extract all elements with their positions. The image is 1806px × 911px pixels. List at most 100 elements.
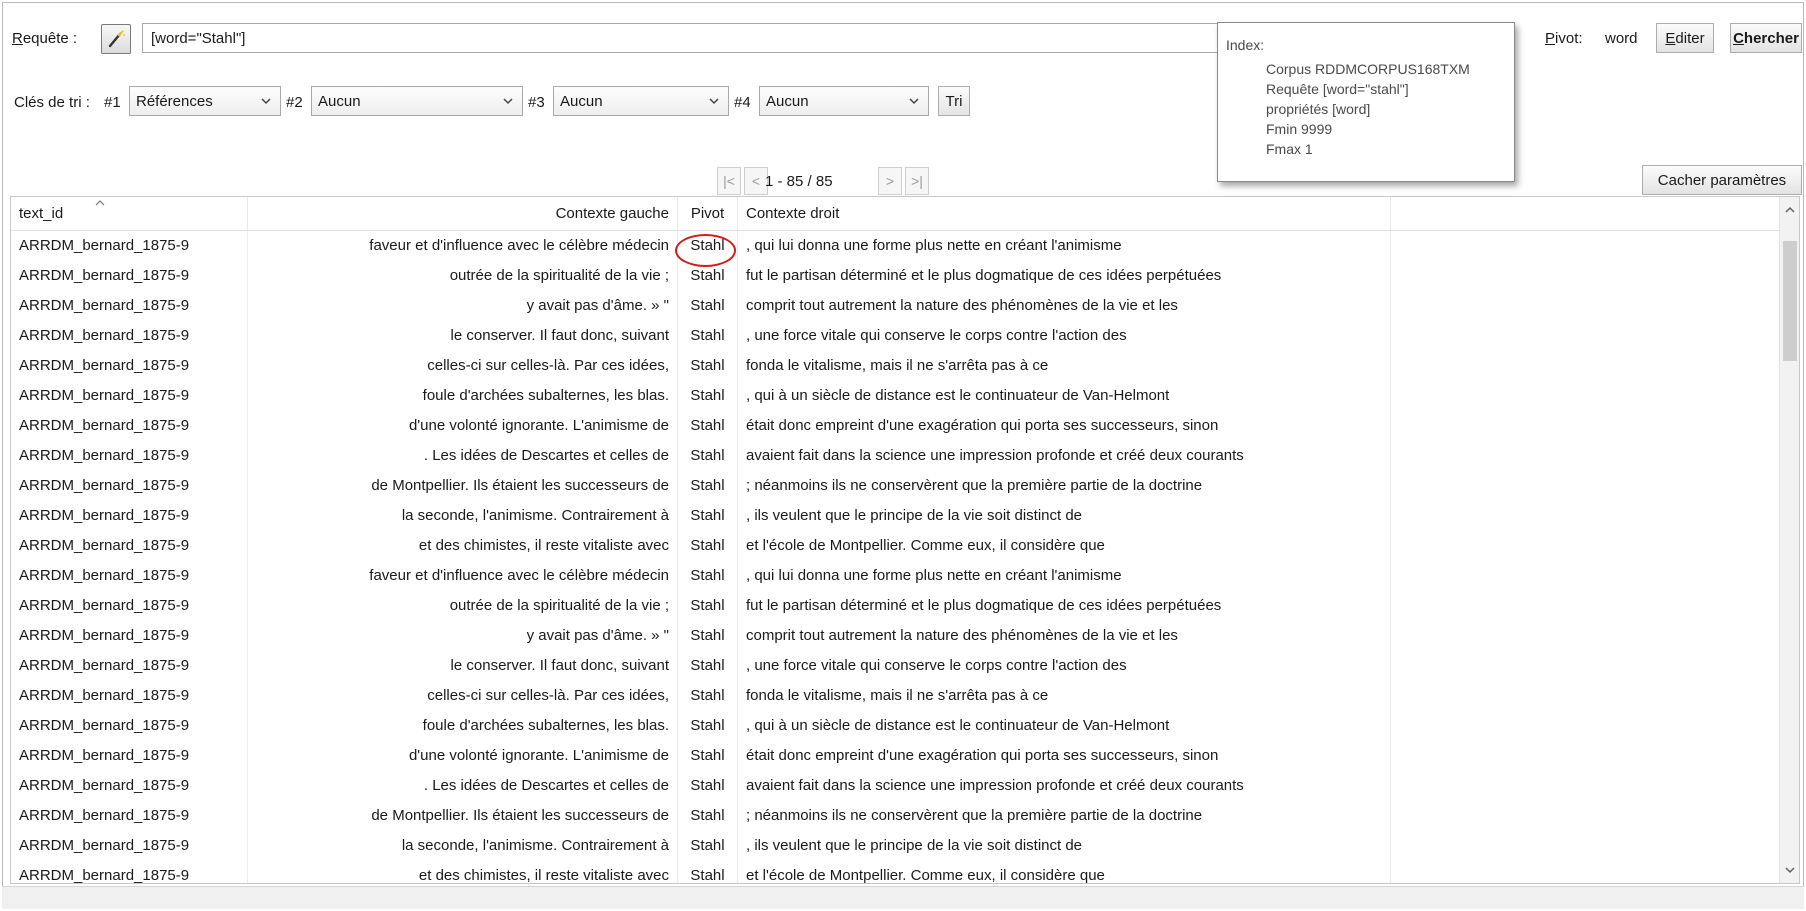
cell-left-context: d'une volonté ignorante. L'animisme de <box>248 411 678 441</box>
cell-right-context: , qui à un siècle de distance est le con… <box>738 711 1391 741</box>
table-row[interactable]: ARRDM_bernard_1875-9 y avait pas d'âme. »… <box>11 291 1781 321</box>
status-strip <box>2 886 1804 909</box>
table-row[interactable]: ARRDM_bernard_1875-9 et des chimistes, il… <box>11 531 1781 561</box>
column-header-right-context[interactable]: Contexte droit <box>738 197 1391 231</box>
scroll-up-icon[interactable] <box>1783 203 1797 217</box>
cell-text-id: ARRDM_bernard_1875-9 <box>11 831 248 861</box>
sort-key-2-select[interactable]: Aucun <box>311 86 523 116</box>
table-row[interactable]: ARRDM_bernard_1875-9 d'une volonté ignora… <box>11 741 1781 771</box>
column-header-empty <box>1391 197 1781 231</box>
scroll-down-icon[interactable] <box>1783 863 1797 877</box>
cell-pivot: Stahl <box>678 471 738 501</box>
cell-right-context: avaient fait dans la science une impress… <box>738 771 1391 801</box>
tooltip-lines: Corpus RDDMCORPUS168TXM Requête [word="st… <box>1266 59 1470 159</box>
pivot-label: Pivot: <box>1545 30 1583 47</box>
table-row[interactable]: ARRDM_bernard_1875-9 le conserver. Il fau… <box>11 321 1781 351</box>
table-header: text_id Contexte gauche Pivot Contexte d… <box>11 197 1781 231</box>
cell-text-id: ARRDM_bernard_1875-9 <box>11 561 248 591</box>
table-row[interactable]: ARRDM_bernard_1875-9 faveur et d'influenc… <box>11 561 1781 591</box>
cell-left-context: foule d'archées subalternes, les blas. <box>248 711 678 741</box>
cell-right-context: ; néanmoins ils ne conservèrent que la p… <box>738 801 1391 831</box>
vertical-scrollbar[interactable] <box>1779 197 1799 883</box>
table-row[interactable]: ARRDM_bernard_1875-9 et des chimistes, il… <box>11 861 1781 883</box>
table-row[interactable]: ARRDM_bernard_1875-9. Les idées de Desca… <box>11 441 1781 471</box>
cell-empty <box>1391 621 1781 651</box>
first-page-button[interactable]: |< <box>717 167 741 195</box>
cell-pivot: Stahl <box>678 831 738 861</box>
pivot-highlight-circle <box>675 234 736 267</box>
cell-empty <box>1391 291 1781 321</box>
cell-text-id: ARRDM_bernard_1875-9 <box>11 381 248 411</box>
cell-empty <box>1391 381 1781 411</box>
table-row[interactable]: ARRDM_bernard_1875-9 la seconde, l'animis… <box>11 831 1781 861</box>
cell-left-context: et des chimistes, il reste vitaliste ave… <box>248 531 678 561</box>
cell-left-context: outrée de la spiritualité de la vie ; <box>248 591 678 621</box>
cell-pivot: Stahl <box>678 801 738 831</box>
table-row[interactable]: ARRDM_bernard_1875-9 outrée de la spiritu… <box>11 261 1781 291</box>
sort-key-4-select[interactable]: Aucun <box>759 86 929 116</box>
sort-key-3-number: #3 <box>528 94 545 111</box>
cell-text-id: ARRDM_bernard_1875-9 <box>11 231 248 261</box>
last-page-button[interactable]: >| <box>905 167 929 195</box>
table-row[interactable]: ARRDM_bernard_1875-9 celles-ci sur celles… <box>11 681 1781 711</box>
sort-key-1-select[interactable]: Références <box>129 86 281 116</box>
sort-apply-button[interactable]: Tri <box>938 86 970 116</box>
cell-pivot: Stahl <box>678 621 738 651</box>
cell-pivot: Stahl <box>678 771 738 801</box>
cell-right-context: , ils veulent que le principe de la vie … <box>738 831 1391 861</box>
table-row[interactable]: ARRDM_bernard_1875-9 de Montpellier. Ils … <box>11 801 1781 831</box>
table-row[interactable]: ARRDM_bernard_1875-9 le conserver. Il fau… <box>11 651 1781 681</box>
query-assistant-button[interactable] <box>101 24 131 54</box>
sort-key-4-number: #4 <box>734 94 751 111</box>
cell-right-context: fonda le vitalisme, mais il ne s'arrêta … <box>738 681 1391 711</box>
sort-key-1-value: Références <box>136 92 213 110</box>
cell-left-context: foule d'archées subalternes, les blas. <box>248 381 678 411</box>
table-row[interactable]: ARRDM_bernard_1875-9 la seconde, l'animis… <box>11 501 1781 531</box>
table-row[interactable]: ARRDM_bernard_1875-9 de Montpellier. Ils … <box>11 471 1781 501</box>
cell-left-context: y avait pas d'âme. » " <box>248 621 678 651</box>
cell-empty <box>1391 651 1781 681</box>
next-page-button[interactable]: > <box>878 167 902 195</box>
cell-text-id: ARRDM_bernard_1875-9 <box>11 741 248 771</box>
column-header-left-context[interactable]: Contexte gauche <box>248 197 678 231</box>
cell-empty <box>1391 531 1781 561</box>
cell-pivot: Stahl <box>678 381 738 411</box>
cell-text-id: ARRDM_bernard_1875-9 <box>11 471 248 501</box>
chevron-down-icon <box>503 98 513 105</box>
sort-key-3-select[interactable]: Aucun <box>553 86 729 116</box>
cell-empty <box>1391 471 1781 501</box>
sort-key-2-value: Aucun <box>318 92 361 110</box>
sort-ascending-icon <box>95 200 105 206</box>
table-row[interactable]: ARRDM_bernard_1875-9 faveur et d'influenc… <box>11 231 1781 261</box>
table-row[interactable]: ARRDM_bernard_1875-9 foule d'archées suba… <box>11 381 1781 411</box>
cell-text-id: ARRDM_bernard_1875-9 <box>11 291 248 321</box>
table-row[interactable]: ARRDM_bernard_1875-9 foule d'archées suba… <box>11 711 1781 741</box>
hide-parameters-button[interactable]: Cacher paramètres <box>1642 165 1802 195</box>
cell-right-context: , qui à un siècle de distance est le con… <box>738 381 1391 411</box>
cell-right-context: comprit tout autrement la nature des phé… <box>738 621 1391 651</box>
cell-text-id: ARRDM_bernard_1875-9 <box>11 651 248 681</box>
table-row[interactable]: ARRDM_bernard_1875-9 y avait pas d'âme. »… <box>11 621 1781 651</box>
sort-key-4-value: Aucun <box>766 92 809 110</box>
cell-left-context: le conserver. Il faut donc, suivant <box>248 651 678 681</box>
table-row[interactable]: ARRDM_bernard_1875-9 d'une volonté ignora… <box>11 411 1781 441</box>
cell-right-context: fut le partisan déterminé et le plus dog… <box>738 261 1391 291</box>
table-row[interactable]: ARRDM_bernard_1875-9 outrée de la spiritu… <box>11 591 1781 621</box>
cell-pivot: Stahl <box>678 321 738 351</box>
cell-left-context: d'une volonté ignorante. L'animisme de <box>248 741 678 771</box>
cell-pivot: Stahl <box>678 861 738 883</box>
table-row[interactable]: ARRDM_bernard_1875-9 celles-ci sur celles… <box>11 351 1781 381</box>
cell-right-context: fonda le vitalisme, mais il ne s'arrêta … <box>738 351 1391 381</box>
cell-left-context: celles-ci sur celles-là. Par ces idées, <box>248 681 678 711</box>
search-button[interactable]: Chercher <box>1730 23 1802 53</box>
table-body: ARRDM_bernard_1875-9 faveur et d'influenc… <box>11 231 1781 883</box>
column-header-text-id[interactable]: text_id <box>11 197 248 231</box>
cell-text-id: ARRDM_bernard_1875-9 <box>11 591 248 621</box>
concordance-table: text_id Contexte gauche Pivot Contexte d… <box>10 196 1800 884</box>
cell-empty <box>1391 741 1781 771</box>
table-row[interactable]: ARRDM_bernard_1875-9. Les idées de Desca… <box>11 771 1781 801</box>
column-header-pivot[interactable]: Pivot <box>678 197 738 231</box>
cell-text-id: ARRDM_bernard_1875-9 <box>11 861 248 883</box>
edit-button[interactable]: Editer <box>1656 23 1714 53</box>
scrollbar-thumb[interactable] <box>1783 241 1797 361</box>
